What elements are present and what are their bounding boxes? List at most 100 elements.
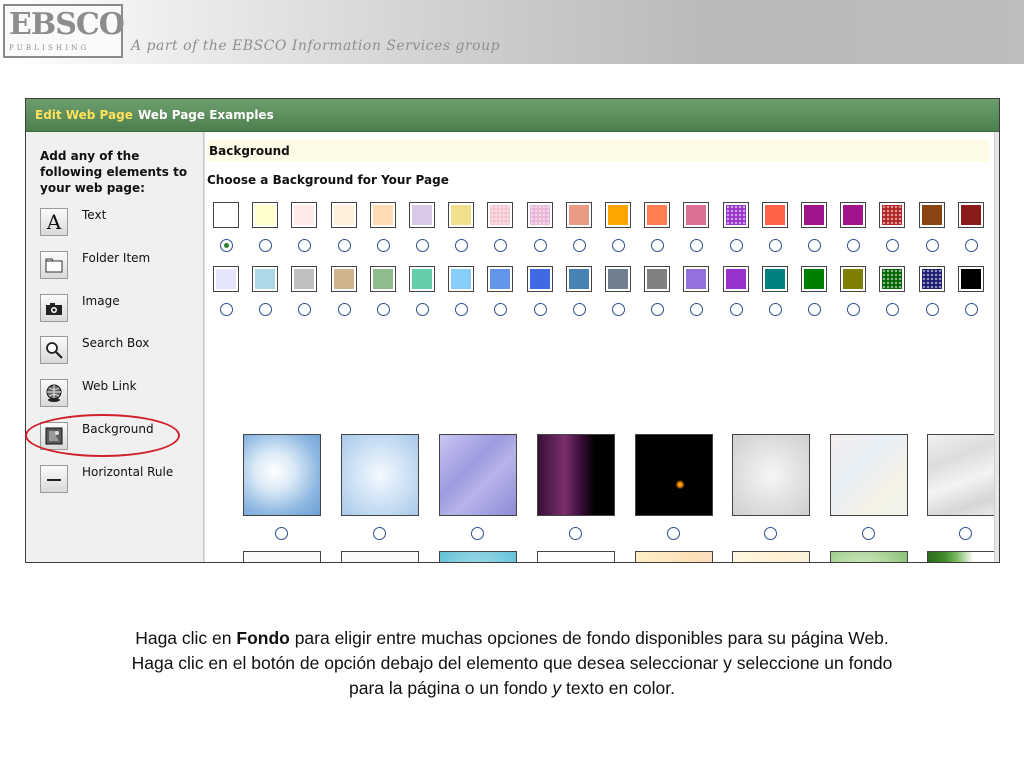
color-swatch[interactable]	[448, 266, 474, 292]
background-image-green-leaves[interactable]	[830, 551, 908, 562]
swatch-radio-button[interactable]	[534, 303, 547, 316]
color-swatch[interactable]	[919, 202, 945, 228]
color-swatch[interactable]	[879, 202, 905, 228]
color-swatch[interactable]	[527, 202, 553, 228]
color-swatch[interactable]	[527, 266, 553, 292]
color-swatch[interactable]	[683, 202, 709, 228]
image-radio-button[interactable]	[373, 527, 386, 540]
swatch-radio-button[interactable]	[534, 239, 547, 252]
text-icon[interactable]: A	[40, 208, 68, 236]
swatch-radio-button[interactable]	[377, 239, 390, 252]
swatch-radio-button[interactable]	[690, 303, 703, 316]
color-swatch[interactable]	[723, 266, 749, 292]
swatch-radio-button[interactable]	[965, 239, 978, 252]
swatch-radio-button[interactable]	[847, 239, 860, 252]
swatch-radio-button[interactable]	[298, 239, 311, 252]
swatch-radio-button[interactable]	[298, 303, 311, 316]
swatch-radio-button[interactable]	[573, 239, 586, 252]
swatch-radio-button[interactable]	[690, 239, 703, 252]
background-image-lightning-purple[interactable]	[439, 434, 517, 516]
swatch-radio-button[interactable]	[651, 303, 664, 316]
sidebar-item-horizontal-rule[interactable]: Horizontal Rule	[40, 465, 200, 497]
swatch-radio-button[interactable]	[965, 303, 978, 316]
image-radio-button[interactable]	[275, 527, 288, 540]
swatch-radio-button[interactable]	[886, 303, 899, 316]
background-image-galaxy-purple[interactable]	[537, 434, 615, 516]
swatch-radio-button[interactable]	[455, 303, 468, 316]
swatch-radio-button[interactable]	[808, 303, 821, 316]
color-swatch[interactable]	[487, 266, 513, 292]
tab-web-page-examples[interactable]: Web Page Examples	[138, 108, 274, 122]
sidebar-item-image[interactable]: Image	[40, 294, 200, 326]
swatch-radio-button[interactable]	[926, 239, 939, 252]
color-swatch[interactable]	[605, 266, 631, 292]
color-swatch[interactable]	[919, 266, 945, 292]
tab-edit-web-page[interactable]: Edit Web Page	[35, 108, 133, 122]
swatch-radio-button[interactable]	[259, 303, 272, 316]
swatch-radio-button[interactable]	[220, 239, 233, 252]
magnifier-icon[interactable]	[40, 336, 68, 364]
swatch-radio-button[interactable]	[416, 303, 429, 316]
color-swatch[interactable]	[409, 202, 435, 228]
swatch-radio-button[interactable]	[259, 239, 272, 252]
swatch-radio-button[interactable]	[769, 239, 782, 252]
background-image-crumpled-paper[interactable]	[927, 434, 999, 516]
color-swatch[interactable]	[370, 202, 396, 228]
background-image-butterflies-faded[interactable]	[341, 551, 419, 562]
color-swatch[interactable]	[291, 202, 317, 228]
color-swatch[interactable]	[409, 266, 435, 292]
swatch-radio-button[interactable]	[612, 303, 625, 316]
background-image-starfield-black[interactable]	[635, 434, 713, 516]
background-image-green-plant[interactable]	[732, 551, 810, 562]
image-radio-button[interactable]	[667, 527, 680, 540]
background-image-fish-underwater[interactable]	[439, 551, 517, 562]
swatch-radio-button[interactable]	[612, 239, 625, 252]
image-radio-button[interactable]	[959, 527, 972, 540]
color-swatch[interactable]	[958, 202, 984, 228]
color-swatch[interactable]	[213, 266, 239, 292]
color-swatch[interactable]	[213, 202, 239, 228]
color-swatch[interactable]	[840, 266, 866, 292]
swatch-radio-button[interactable]	[338, 303, 351, 316]
swatch-radio-button[interactable]	[338, 239, 351, 252]
swatch-radio-button[interactable]	[808, 239, 821, 252]
swatch-radio-button[interactable]	[416, 239, 429, 252]
swatch-radio-button[interactable]	[886, 239, 899, 252]
color-swatch[interactable]	[370, 266, 396, 292]
horizontal-rule-icon[interactable]	[40, 465, 68, 493]
image-radio-button[interactable]	[471, 527, 484, 540]
swatch-radio-button[interactable]	[926, 303, 939, 316]
color-swatch[interactable]	[448, 202, 474, 228]
color-swatch[interactable]	[644, 202, 670, 228]
color-swatch[interactable]	[723, 202, 749, 228]
image-radio-button[interactable]	[764, 527, 777, 540]
sidebar-item-folder-item[interactable]: Folder Item	[40, 251, 200, 283]
sidebar-item-text[interactable]: A Text	[40, 208, 200, 240]
color-swatch[interactable]	[801, 202, 827, 228]
swatch-radio-button[interactable]	[651, 239, 664, 252]
color-swatch[interactable]	[762, 266, 788, 292]
swatch-radio-button[interactable]	[573, 303, 586, 316]
camera-icon[interactable]	[40, 294, 68, 322]
color-swatch[interactable]	[331, 202, 357, 228]
color-swatch[interactable]	[566, 202, 592, 228]
color-swatch[interactable]	[762, 202, 788, 228]
color-swatch[interactable]	[291, 266, 317, 292]
background-image-world-map-emboss[interactable]	[732, 434, 810, 516]
image-radio-button[interactable]	[862, 527, 875, 540]
swatch-radio-button[interactable]	[494, 239, 507, 252]
image-radio-button[interactable]	[569, 527, 582, 540]
color-swatch[interactable]	[605, 202, 631, 228]
color-swatch[interactable]	[566, 266, 592, 292]
background-image-music-sheet[interactable]	[635, 551, 713, 562]
sidebar-item-search-box[interactable]: Search Box	[40, 336, 200, 368]
color-swatch[interactable]	[840, 202, 866, 228]
background-image-sky-clouds[interactable]	[243, 434, 321, 516]
swatch-radio-button[interactable]	[730, 239, 743, 252]
swatch-radio-button[interactable]	[455, 239, 468, 252]
globe-link-icon[interactable]	[40, 379, 68, 407]
swatch-radio-button[interactable]	[377, 303, 390, 316]
background-image-light-clouds[interactable]	[341, 434, 419, 516]
color-swatch[interactable]	[487, 202, 513, 228]
color-swatch[interactable]	[252, 266, 278, 292]
